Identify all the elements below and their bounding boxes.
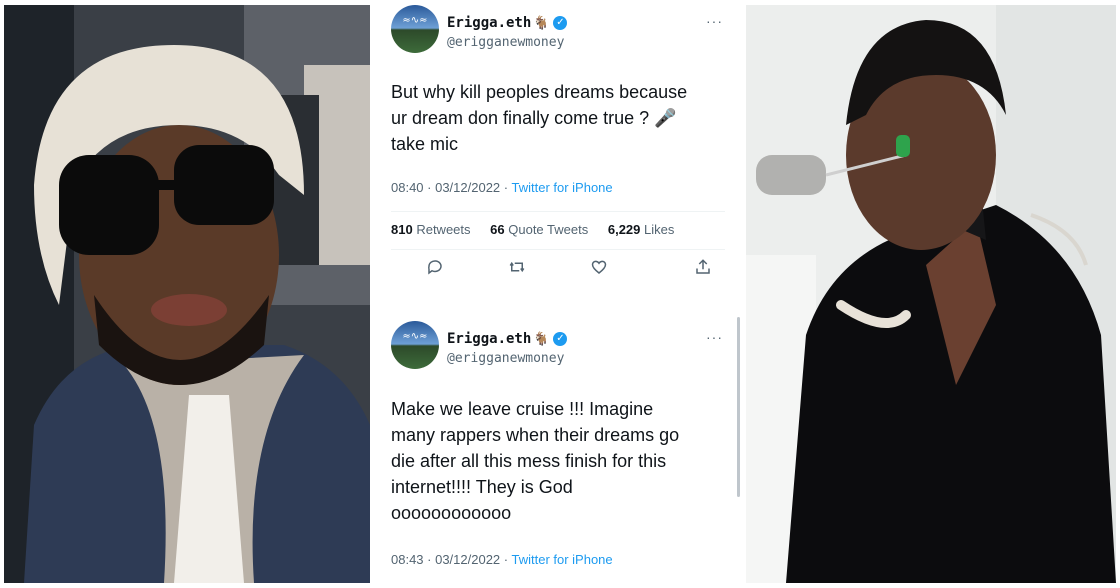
verified-icon: ✓ bbox=[553, 332, 568, 346]
tweet-screenshot: ≈∿≈ Erigga.eth 🐐 ✓ @erigganewmoney ··· But… bbox=[373, 5, 743, 583]
right-photo bbox=[746, 5, 1116, 583]
man-in-black-shirt-photo bbox=[746, 5, 1116, 583]
tweet-2: ≈∿≈ Erigga.eth 🐐 ✓ @erigganewmoney ··· Mak… bbox=[373, 315, 743, 583]
share-icon[interactable] bbox=[691, 258, 715, 282]
tweet-text-line: internet!!!! They is God bbox=[391, 477, 573, 497]
reply-icon[interactable] bbox=[423, 258, 447, 282]
avatar[interactable]: ≈∿≈ bbox=[391, 321, 439, 369]
more-options-icon[interactable]: ··· bbox=[706, 329, 723, 345]
avatar-logo: ≈∿≈ bbox=[402, 15, 428, 26]
avatar-logo: ≈∿≈ bbox=[402, 331, 428, 342]
tweet-meta: 08:40 · 03/12/2022 · Twitter for iPhone bbox=[391, 180, 613, 195]
user-handle[interactable]: @erigganewmoney bbox=[447, 35, 564, 50]
tweet-text: Make we leave cruise !!! Imagine many ra… bbox=[391, 396, 726, 526]
divider bbox=[391, 211, 725, 212]
likes-stat[interactable]: 6,229 Likes bbox=[608, 222, 683, 237]
like-icon[interactable] bbox=[587, 258, 611, 282]
tweet-meta: 08:43 · 03/12/2022 · Twitter for iPhone bbox=[391, 552, 613, 567]
divider bbox=[391, 249, 725, 250]
retweets-stat[interactable]: 810 Retweets bbox=[391, 222, 479, 237]
tweet-timestamp[interactable]: 08:43 · 03/12/2022 · bbox=[391, 552, 508, 567]
avatar[interactable]: ≈∿≈ bbox=[391, 5, 439, 53]
tweet-text: But why kill peoples dreams because ur d… bbox=[391, 79, 726, 157]
tweet-text-line: Make we leave cruise !!! Imagine bbox=[391, 399, 654, 419]
tweet-text-line: oooooooooooo bbox=[391, 503, 512, 523]
tweet-text-line: ur dream don finally come true ? 🎤 bbox=[391, 108, 677, 128]
more-options-icon[interactable]: ··· bbox=[706, 13, 723, 29]
verified-icon: ✓ bbox=[553, 16, 568, 30]
display-name[interactable]: Erigga.eth 🐐 ✓ bbox=[447, 15, 568, 31]
tweet-timestamp[interactable]: 08:40 · 03/12/2022 · bbox=[391, 180, 508, 195]
tweet-text-line: take mic bbox=[391, 134, 459, 154]
man-with-beanie-photo bbox=[4, 5, 370, 583]
tweet-text-line: die after all this mess finish for this bbox=[391, 451, 667, 471]
tweet-stats: 810 Retweets 66 Quote Tweets 6,229 Likes bbox=[391, 222, 690, 237]
goat-emoji-icon: 🐐 bbox=[533, 332, 550, 347]
quotes-stat[interactable]: 66 Quote Tweets bbox=[490, 222, 596, 237]
scrollbar[interactable] bbox=[737, 317, 740, 497]
tweet-source[interactable]: Twitter for iPhone bbox=[511, 180, 612, 195]
retweet-icon[interactable] bbox=[505, 258, 529, 282]
goat-emoji-icon: 🐐 bbox=[533, 16, 550, 31]
tweet-text-line: But why kill peoples dreams because bbox=[391, 82, 688, 102]
left-photo bbox=[4, 5, 370, 583]
tweet-source[interactable]: Twitter for iPhone bbox=[511, 552, 612, 567]
tweet-1: ≈∿≈ Erigga.eth 🐐 ✓ @erigganewmoney ··· But… bbox=[373, 5, 743, 305]
tweet-text-line: many rappers when their dreams go bbox=[391, 425, 680, 445]
user-handle[interactable]: @erigganewmoney bbox=[447, 351, 564, 366]
tweet-actions bbox=[391, 258, 725, 282]
display-name[interactable]: Erigga.eth 🐐 ✓ bbox=[447, 331, 568, 347]
